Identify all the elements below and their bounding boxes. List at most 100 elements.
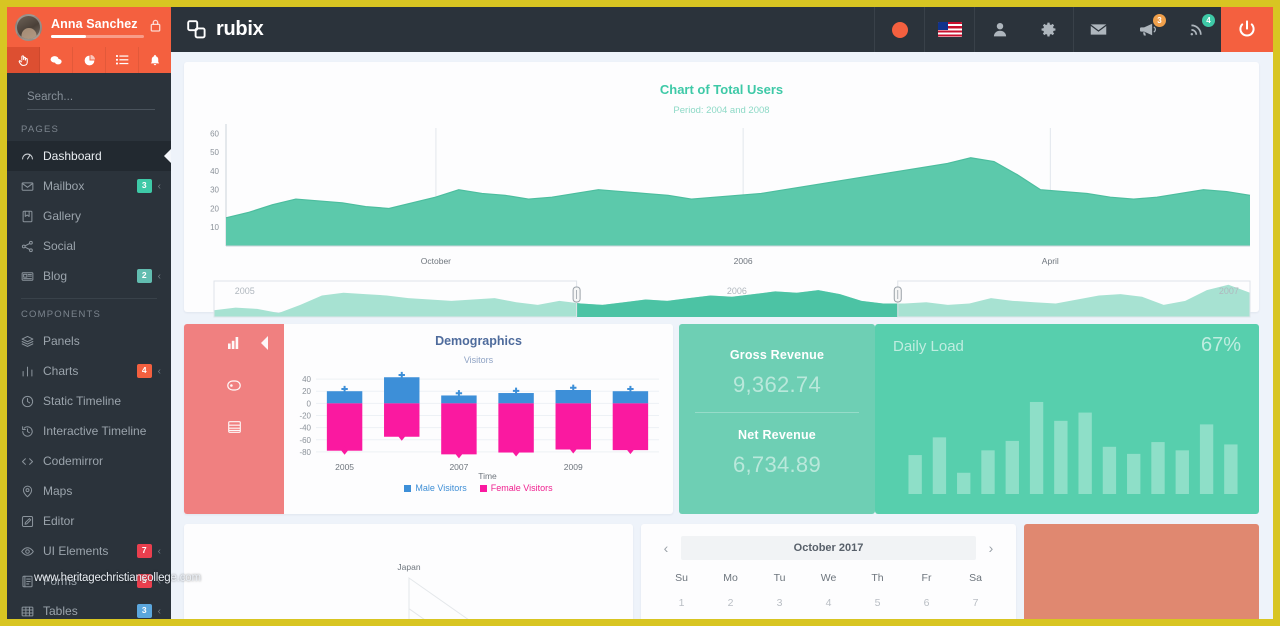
gross-revenue-label: Gross Revenue	[729, 348, 825, 362]
sidebar-item-label: Gallery	[43, 209, 82, 223]
calendar-title[interactable]: October 2017	[681, 536, 976, 560]
country-radar-plot[interactable]: JapanFranceIndia	[184, 524, 633, 619]
calendar-day[interactable]: 6	[902, 590, 951, 616]
user-panel[interactable]: Anna Sanchez	[7, 7, 171, 47]
calendar-day[interactable]: 7	[951, 590, 1000, 616]
sidebar-item-static-timeline[interactable]: Static Timeline	[7, 386, 171, 416]
history-icon	[21, 425, 43, 438]
page-frame-bottom	[0, 619, 1280, 626]
total-users-range-navigator[interactable]: 2005 2006 2007	[184, 276, 1264, 331]
eye-icon	[21, 545, 43, 558]
sidebar-item-label: Maps	[43, 484, 73, 498]
svg-text:30: 30	[210, 186, 219, 195]
svg-text:60: 60	[210, 129, 219, 138]
quick-icon-bell[interactable]	[139, 47, 171, 73]
chevron-left-icon[interactable]: ‹	[158, 271, 161, 282]
sidebar-item-codemirror[interactable]: Codemirror	[7, 446, 171, 476]
demographics-tab-tag-icon[interactable]	[227, 376, 241, 394]
sidebar-item-charts[interactable]: Charts 4 ‹	[7, 356, 171, 386]
sidebar-item-label: Social	[43, 239, 76, 253]
calendar-dow-sa: Sa	[969, 572, 982, 584]
chart-subtitle: Period: 2004 and 2008	[673, 105, 770, 116]
megaphone-badge: 3	[1153, 14, 1166, 27]
sidebar-item-dashboard[interactable]: Dashboard	[7, 141, 171, 171]
page-frame-left	[0, 0, 7, 626]
sidebar-item-badge: 3	[136, 179, 152, 193]
rss-icon[interactable]: 4	[1172, 7, 1221, 52]
topbar: rubix 3 4	[171, 7, 1273, 52]
mail-icon[interactable]	[1074, 7, 1123, 52]
sidebar-item-blog[interactable]: Blog 2 ‹	[7, 261, 171, 291]
sidebar-item-mailbox[interactable]: Mailbox 3 ‹	[7, 171, 171, 201]
legend-swatch-male	[404, 484, 412, 492]
chevron-left-icon[interactable]: ‹	[158, 606, 161, 617]
megaphone-icon[interactable]: 3	[1123, 7, 1172, 52]
demographics-tab-bar-chart-icon[interactable]	[228, 334, 268, 352]
calendar-day[interactable]: 5	[853, 590, 902, 616]
quick-icon-chat[interactable]	[40, 47, 73, 73]
svg-text:2005: 2005	[335, 462, 354, 472]
svg-text:October: October	[421, 256, 451, 266]
power-icon[interactable]	[1221, 7, 1273, 52]
user-progress-bar	[51, 34, 144, 38]
svg-text:40: 40	[210, 167, 219, 176]
sidebar-item-editor[interactable]: Editor	[7, 506, 171, 536]
user-icon[interactable]	[975, 7, 1024, 52]
svg-text:2007: 2007	[1219, 286, 1239, 296]
daily-load-percent: 67%	[1200, 334, 1241, 356]
total-users-chart-card: Chart of Total Users Period: 2004 and 20…	[184, 62, 1259, 364]
sidebar-item-maps[interactable]: Maps	[7, 476, 171, 506]
sidebar-item-ui-elements[interactable]: UI Elements 7 ‹	[7, 536, 171, 566]
demographics-title: Demographics	[435, 334, 522, 348]
demographics-tab-table-icon[interactable]	[227, 418, 241, 436]
image-icon	[21, 210, 43, 223]
svg-text:Time: Time	[478, 471, 497, 480]
chevron-left-icon[interactable]: ‹	[158, 366, 161, 377]
sidebar-item-panels[interactable]: Panels	[7, 326, 171, 356]
sidebar-item-label: Charts	[43, 364, 79, 378]
quick-icon-pie-chart[interactable]	[73, 47, 106, 73]
legend-label-male: Male Visitors	[415, 483, 467, 493]
sidebar-item-label: Panels	[43, 334, 80, 348]
calendar-day[interactable]: 1	[657, 590, 706, 616]
svg-text:2005: 2005	[235, 286, 255, 296]
chevron-left-icon[interactable]: ‹	[158, 181, 161, 192]
calendar-day[interactable]: 2	[706, 590, 755, 616]
calendar-day[interactable]: 3	[755, 590, 804, 616]
code-icon	[21, 455, 43, 468]
sidebar-item-social[interactable]: Social	[7, 231, 171, 261]
sidebar-item-gallery[interactable]: Gallery	[7, 201, 171, 231]
sidebar-item-label: Tables	[43, 604, 78, 618]
calendar-dow-we: We	[820, 572, 837, 584]
demographics-legend[interactable]: Male Visitors Female Visitors	[284, 483, 673, 493]
gauge-icon	[21, 150, 43, 163]
chevron-left-icon[interactable]: ‹	[158, 546, 161, 557]
quick-icon-list[interactable]	[106, 47, 139, 73]
chevron-right-icon[interactable]: ›	[982, 540, 1000, 556]
nav-list-pages: Dashboard Mailbox 3 ‹ Gallery Social Blog 2 ‹	[7, 141, 171, 291]
total-users-area-plot[interactable]: 10 20 30 40 50 60 October 2006 April	[184, 116, 1264, 276]
search-input[interactable]	[27, 89, 155, 110]
svg-text:10: 10	[210, 223, 219, 232]
layers-icon	[21, 335, 43, 348]
record-indicator[interactable]	[875, 7, 924, 52]
gear-icon[interactable]	[1024, 7, 1073, 52]
svg-text:40: 40	[302, 375, 311, 384]
chevron-left-icon[interactable]: ‹	[657, 540, 675, 556]
demographics-subtitle: Visitors	[463, 355, 494, 365]
envelope-icon	[21, 180, 43, 193]
brand[interactable]: rubix	[171, 18, 264, 41]
legend-female-visitors[interactable]: Female Visitors	[479, 483, 553, 493]
sidebar-item-interactive-timeline[interactable]: Interactive Timeline	[7, 416, 171, 446]
calendar-day[interactable]: 4	[804, 590, 853, 616]
legend-male-visitors[interactable]: Male Visitors	[404, 483, 467, 493]
lock-icon[interactable]	[150, 19, 161, 35]
language-flag-us-icon[interactable]	[925, 7, 974, 52]
demographics-tab-strip	[184, 324, 284, 514]
topbar-group-record	[874, 7, 924, 52]
user-name: Anna Sanchez	[51, 16, 138, 31]
calendar-dow-fr: Fr	[921, 572, 932, 584]
quick-icon-hand[interactable]	[7, 47, 40, 73]
demographics-bar-plot[interactable]: 40 20 0 -20 -40 -60 -80 2005 2007 2009 Time	[284, 365, 673, 480]
app-root: Anna Sanchez Search... PAGES Dashboard M…	[0, 0, 1280, 626]
